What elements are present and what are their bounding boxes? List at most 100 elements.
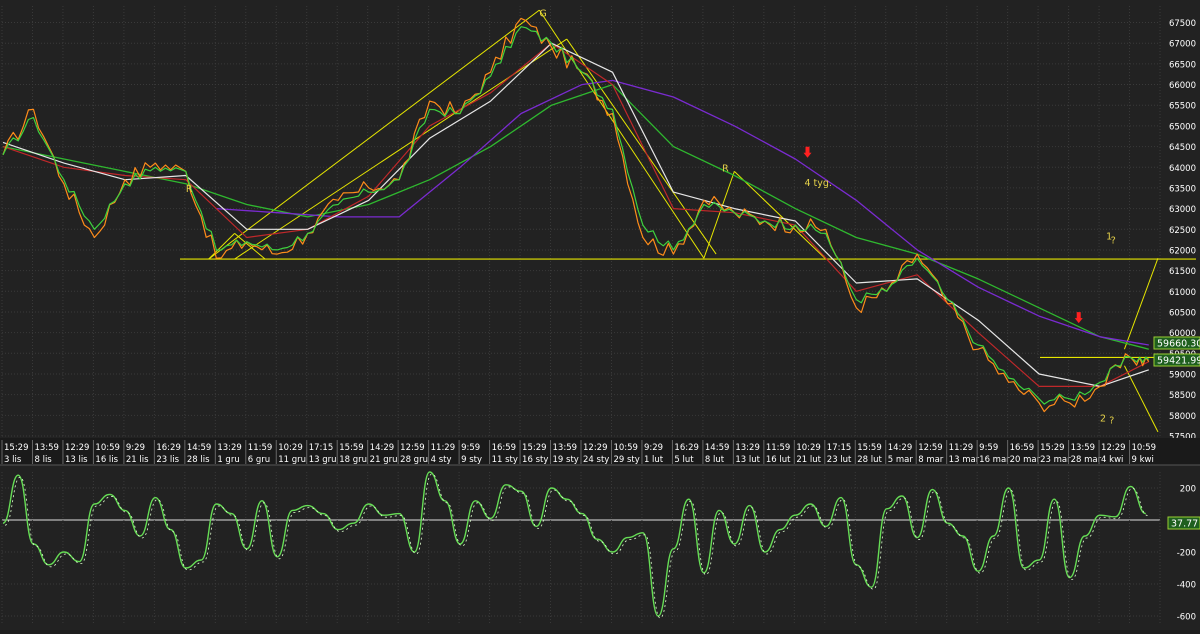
x-tick-date: 21 lut [796,455,821,465]
x-tick-time: 11:59 [766,443,791,453]
y-tick-label: 62000 [1169,246,1196,256]
x-tick-date: 8 lut [705,455,725,465]
osc-tick-label: -200 [1177,549,1196,559]
x-tick-time: 10:59 [1132,443,1157,453]
x-tick-date: 21 gru [370,455,398,465]
x-tick-time: 10:59 [613,443,638,453]
x-tick-date: 8 lis [34,455,52,465]
x-tick-time: 12:59 [918,443,943,453]
y-tick-label: 62500 [1169,226,1196,236]
x-tick-time: 13:59 [553,443,578,453]
x-tick-time: 14:29 [888,443,913,453]
annotation-label: R [186,184,193,195]
x-tick-date: 1 lut [644,455,664,465]
y-tick-label: 65000 [1169,122,1196,132]
x-tick-date: 13 lis [65,455,88,465]
y-tick-label: 61000 [1169,288,1196,298]
x-tick-date: 16 mar [979,455,1010,465]
x-tick-time: 15:59 [339,443,364,453]
x-tick-date: 11 gru [278,455,306,465]
x-tick-date: 13 gru [309,455,337,465]
y-tick-label: 58000 [1169,412,1196,422]
x-tick-time: 15:29 [522,443,547,453]
annotation-label: R [722,163,729,174]
x-tick-date: 3 lis [4,455,22,465]
x-tick-time: 16:29 [674,443,699,453]
x-tick-date: 29 sty [613,455,639,465]
x-tick-time: 13:29 [735,443,760,453]
x-tick-date: 20 mar [1010,455,1041,465]
x-tick-time: 15:59 [857,443,882,453]
oscillator-panel [0,465,1200,630]
y-tick-label: 67500 [1169,19,1196,29]
price-label-lower-text: 59421.99 [1157,356,1200,367]
y-tick-label: 63500 [1169,184,1196,194]
annotation-label: ? [1109,416,1114,427]
y-tick-label: 66500 [1169,60,1196,70]
x-tick-date: 28 lut [857,455,882,465]
x-tick-date: 19 sty [553,455,579,465]
x-tick-time: 9:29 [644,443,663,453]
y-tick-label: 65500 [1169,102,1196,112]
oscillator-value-label: 37.77 [1167,516,1200,530]
x-tick-time: 10:59 [95,443,120,453]
x-tick-time: 15:29 [1040,443,1065,453]
x-tick-time: 10:29 [796,443,821,453]
x-tick-date: 23 mar [1040,455,1071,465]
y-tick-label: 66000 [1169,81,1196,91]
x-tick-time: 9:59 [979,443,998,453]
osc-tick-label: 200 [1180,485,1196,495]
x-tick-time: 16:59 [492,443,517,453]
y-tick-label: 63000 [1169,205,1196,215]
x-tick-date: 13 lut [735,455,760,465]
x-tick-date: 1 gru [217,455,239,465]
x-tick-date: 28 mar [1071,455,1102,465]
y-tick-label: 64500 [1169,143,1196,153]
x-tick-time: 11:59 [248,443,273,453]
x-tick-time: 12:29 [1101,443,1126,453]
x-tick-date: 6 gru [248,455,270,465]
x-tick-date: 28 lis [187,455,210,465]
y-tick-label: 61500 [1169,267,1196,277]
x-tick-date: 16 sty [522,455,548,465]
x-tick-time: 14:59 [187,443,212,453]
y-tick-label: 64000 [1169,164,1196,174]
y-tick-label: 59000 [1169,370,1196,380]
chart-canvas: 5750058000585005900059500600006050061000… [0,0,1200,630]
chart: 5750058000585005900059500600006050061000… [0,0,1200,630]
osc-tick-label: -600 [1177,613,1196,623]
annotation-label: ? [1111,236,1116,247]
x-tick-date: 23 lut [827,455,852,465]
x-tick-time: 10:29 [278,443,303,453]
x-tick-date: 28 gru [400,455,428,465]
y-tick-label: 60500 [1169,308,1196,318]
annotation-label: 2 [1100,414,1106,425]
osc-tick-label: -400 [1177,581,1196,591]
x-tick-time: 16:59 [1010,443,1035,453]
x-tick-time: 11:29 [949,443,974,453]
x-tick-time: 9:29 [126,443,145,453]
x-tick-date: 4 kwi [1101,455,1123,465]
x-tick-time: 16:29 [156,443,181,453]
price-label-upper: 59660.30 [1153,336,1200,350]
oscillator-value-text: 37.77 [1171,519,1198,530]
x-tick-time: 12:29 [583,443,608,453]
x-tick-date: 16 lut [766,455,791,465]
y-tick-label: 67000 [1169,40,1196,50]
price-y-axis: 5750058000585005900059500600006050061000… [1169,19,1196,442]
x-tick-time: 14:59 [705,443,730,453]
x-tick-date: 4 sty [431,455,452,465]
price-label-upper-text: 59660.30 [1157,339,1200,350]
x-tick-date: 16 lis [95,455,118,465]
x-tick-time: 17:15 [309,443,334,453]
x-tick-date: 23 lis [156,455,179,465]
x-tick-date: 9 kwi [1132,455,1154,465]
x-tick-date: 21 lis [126,455,149,465]
x-tick-date: 13 mar [949,455,980,465]
x-tick-time: 9:59 [461,443,480,453]
x-tick-time: 13:59 [34,443,59,453]
x-tick-date: 5 lut [674,455,694,465]
x-tick-time: 12:59 [400,443,425,453]
price-label-lower: 59421.99 [1153,353,1200,367]
x-tick-date: 11 sty [492,455,518,465]
